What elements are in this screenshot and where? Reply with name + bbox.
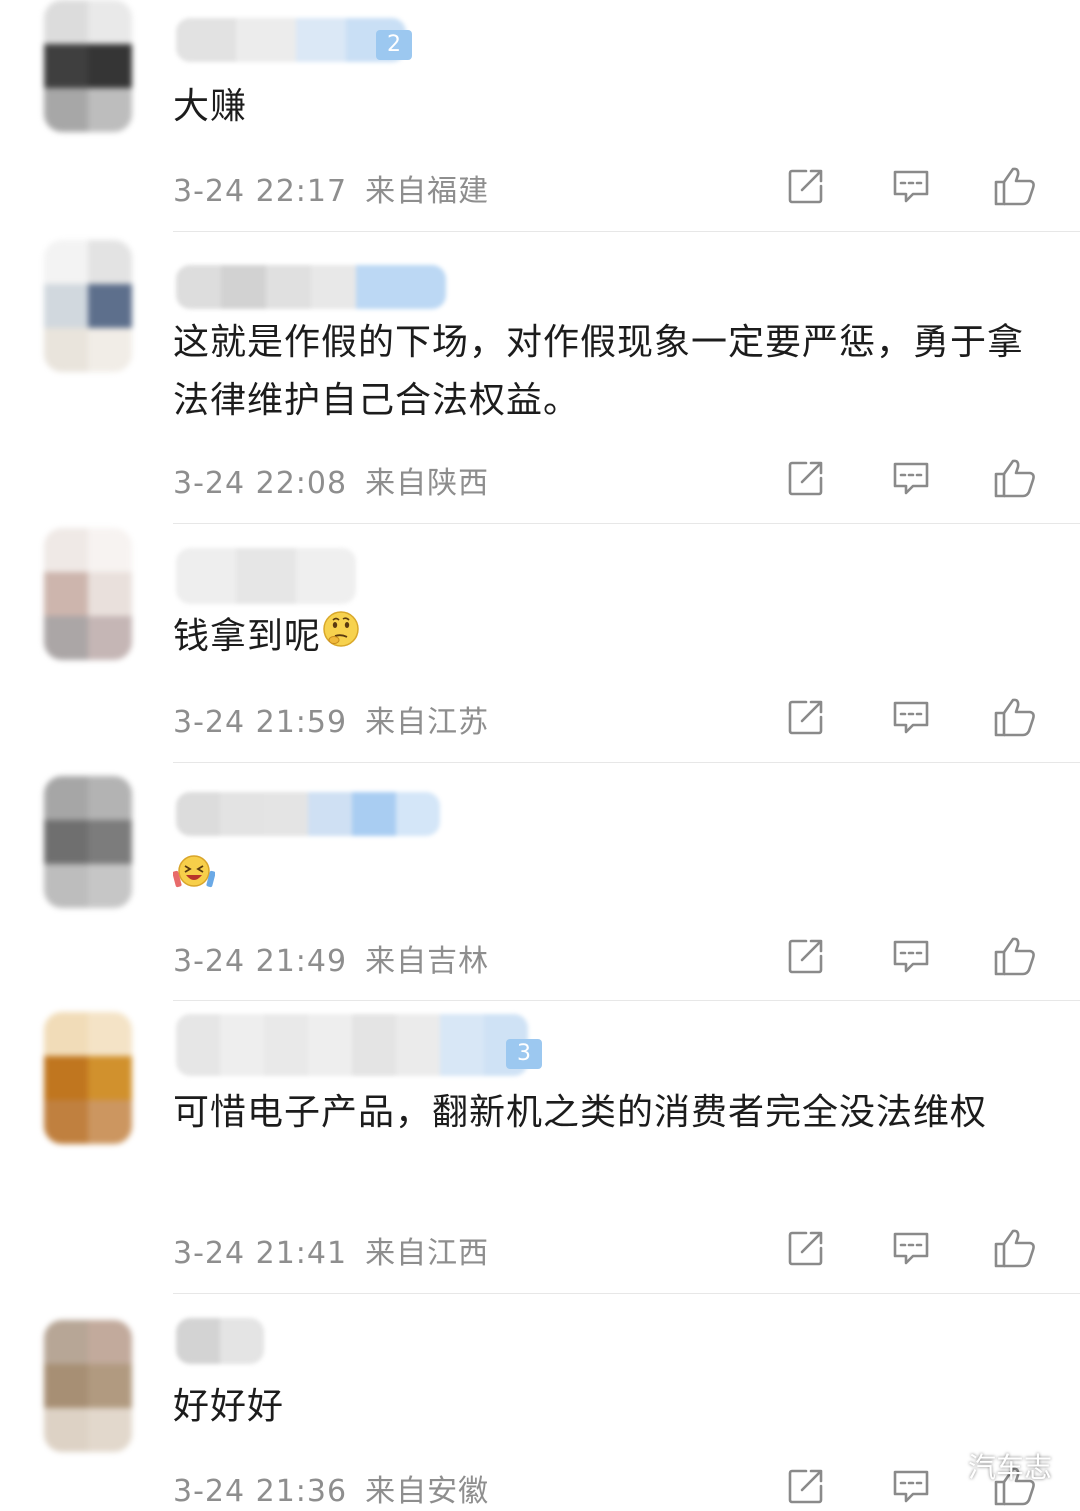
share-icon — [788, 1469, 823, 1504]
comment-icon — [893, 1470, 929, 1503]
watermark: 汽车志 — [928, 1446, 1052, 1486]
avatar[interactable] — [44, 1320, 132, 1452]
comment-meta: 3-24 21:36 来自安徽 — [173, 1466, 489, 1510]
wechat-icon — [928, 1448, 962, 1485]
reply-button[interactable] — [889, 1464, 933, 1508]
comment-location: 来自安徽 — [365, 1474, 490, 1509]
username[interactable] — [176, 1318, 264, 1364]
comment-text: 好好好 — [173, 1386, 285, 1427]
comment-time: 3-24 21:36 — [173, 1474, 348, 1509]
share-button[interactable] — [784, 1464, 828, 1508]
comment-feed: 2 大赚 3-24 22:17 来自福建 这就是作假的下场，对作假现象一定要严惩，… — [0, 0, 1080, 1511]
watermark-text: 汽车志 — [968, 1451, 1053, 1484]
comment-item: 好好好 3-24 21:36 来自安徽 — [0, 0, 1080, 1511]
